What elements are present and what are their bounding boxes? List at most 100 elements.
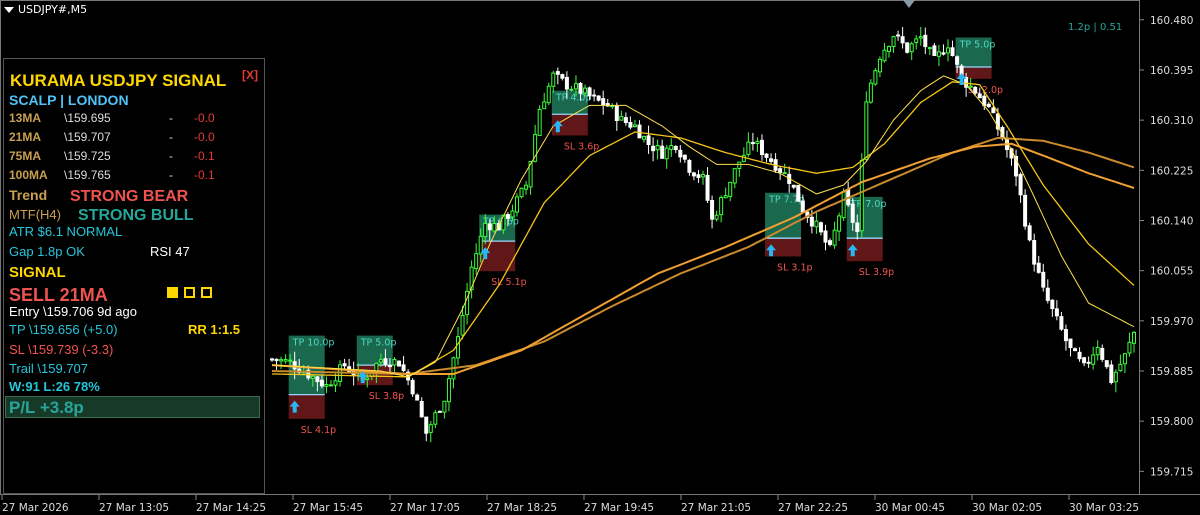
x-tick-label: 27 Mar 15:45 (293, 502, 363, 514)
candle-body (419, 400, 424, 418)
candle-body (632, 124, 637, 128)
candle-body (292, 361, 297, 370)
ma-dash-75: - (169, 149, 173, 163)
atr-readout: ATR $6.1 NORMAL (9, 224, 123, 239)
candle-body (514, 196, 519, 213)
candle-body (1086, 361, 1091, 364)
tp-label: TP 5.0p (959, 40, 996, 51)
candle-body (778, 168, 783, 173)
candle-body (705, 174, 710, 201)
strength-indicator-3 (201, 287, 212, 298)
tp-label: TP 4.0p (555, 93, 592, 104)
rr-readout: RR 1:1.5 (188, 322, 241, 337)
candle-body (723, 195, 728, 199)
candle-body (387, 365, 392, 368)
candle-body (809, 216, 814, 227)
candle-body (696, 174, 701, 178)
candle-body (1091, 354, 1096, 365)
candle-body (483, 222, 488, 238)
candle-body (428, 424, 433, 433)
candle-body (623, 117, 628, 124)
ma-label-75: 75MA (9, 149, 42, 163)
candle-body (1041, 271, 1046, 288)
candle-body (868, 82, 873, 103)
ma-label-21: 21MA (9, 130, 42, 144)
x-tick-label: 27 Mar 17:05 (390, 502, 460, 514)
y-tick-label: 160.310 (1150, 115, 1193, 127)
candle-body (592, 94, 597, 97)
x-tick-label: 27 Mar 14:25 (196, 502, 266, 514)
candle-body (850, 203, 855, 223)
candle-body (1036, 262, 1041, 273)
candle-body (1059, 316, 1064, 330)
candle-body (578, 82, 583, 94)
candle-body (823, 230, 828, 243)
candle-body (283, 359, 288, 362)
ma-dash-100: - (169, 168, 173, 182)
candle-body (1122, 353, 1127, 365)
candle-body (270, 358, 274, 361)
strength-indicator-1 (167, 287, 178, 298)
candle-body (905, 42, 910, 53)
ma-value-13: \159.695 (64, 111, 111, 125)
candle-body (955, 56, 960, 65)
candle-body (519, 187, 524, 198)
candle-body (1104, 360, 1109, 368)
y-tick-label: 159.885 (1150, 366, 1193, 378)
sl-label: SL 3.1p (777, 262, 812, 273)
pl-box: P/L +3.8p (5, 396, 260, 418)
candle-body (1073, 348, 1078, 352)
candle-body (1063, 329, 1068, 342)
strength-indicator-2 (184, 287, 195, 298)
candle-body (914, 38, 919, 43)
candle-body (524, 184, 529, 190)
candle-body (642, 135, 647, 140)
candle-body (319, 379, 324, 387)
signal-heading: SIGNAL (9, 264, 66, 281)
candle-body (759, 139, 764, 156)
y-tick-label: 160.055 (1150, 266, 1193, 278)
candle-body (769, 158, 774, 162)
ma-diff-100: -0.1 (194, 168, 215, 182)
candle-body (542, 101, 547, 110)
chevron-down-icon[interactable] (4, 6, 14, 13)
candle-body (569, 88, 574, 91)
tp-label: TP 5.0p (360, 338, 397, 349)
candle-body (837, 215, 842, 232)
candle-body (764, 153, 769, 158)
candle-body (383, 358, 388, 365)
candle-body (814, 220, 819, 228)
candle-body (873, 70, 878, 85)
candle-body (1032, 240, 1037, 265)
mtf-label: MTF(H4) (9, 207, 61, 222)
ma-value-75: \159.725 (64, 149, 111, 163)
winloss-readout: W:91 L:26 78% (9, 379, 100, 394)
sl-label: SL 3.8p (369, 391, 404, 402)
candle-body (682, 154, 687, 160)
signal-value: SELL 21MA (9, 285, 108, 305)
panel-title: KURAMA USDJPY SIGNAL (10, 71, 227, 90)
candle-body (460, 314, 465, 336)
sl-readout: SL \159.739 (-3.3) (9, 342, 114, 357)
candle-body (328, 384, 333, 387)
candle-body (1045, 287, 1050, 301)
candle-body (274, 358, 279, 362)
candle-body (365, 377, 370, 381)
candle-body (710, 199, 715, 220)
candle-body (437, 410, 442, 413)
y-tick-label: 160.140 (1150, 215, 1193, 227)
entry-readout: Entry \159.706 9d ago (9, 304, 137, 319)
candle-body (877, 58, 882, 73)
y-tick-label: 160.395 (1150, 65, 1193, 77)
candle-body (1127, 341, 1132, 354)
trail-readout: Trail \159.707 (9, 361, 89, 376)
y-tick-label: 159.715 (1150, 466, 1193, 478)
close-button[interactable]: [X] (242, 68, 258, 82)
candle-body (1082, 357, 1087, 364)
candle-body (669, 145, 674, 150)
candle-body (932, 45, 937, 56)
candle-body (732, 168, 737, 184)
candle-body (673, 145, 678, 150)
candle-body (378, 359, 383, 363)
ma-line-21 (272, 81, 1135, 378)
